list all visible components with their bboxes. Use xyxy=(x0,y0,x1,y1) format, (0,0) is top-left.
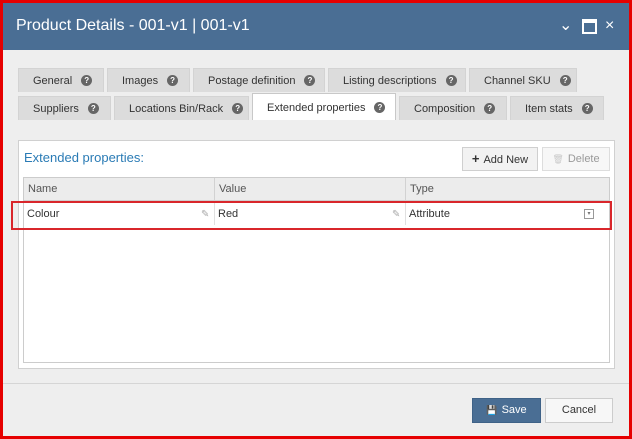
help-icon: ? xyxy=(374,101,386,113)
tab-label: General xyxy=(33,75,73,87)
row-highlight-box xyxy=(11,201,612,230)
tab-listing-descriptions[interactable]: Listing descriptions? xyxy=(328,68,466,92)
help-icon: ? xyxy=(559,74,571,86)
save-button[interactable]: 💾 Save xyxy=(472,398,541,423)
panel-title: Extended properties: xyxy=(24,150,144,165)
tab-locations-bin-rack[interactable]: Locations Bin/Rack? xyxy=(114,96,249,120)
tab-channel-sku[interactable]: Channel SKU? xyxy=(469,68,577,92)
help-icon: ? xyxy=(87,102,99,114)
trash-icon: 🗑 xyxy=(552,154,564,164)
help-icon: ? xyxy=(81,74,93,86)
tab-extended-properties[interactable]: Extended properties? xyxy=(252,93,396,120)
save-label: Save xyxy=(501,404,527,416)
tab-label: Postage definition xyxy=(208,75,296,87)
tab-label: Item stats xyxy=(525,103,573,115)
tab-suppliers[interactable]: Suppliers? xyxy=(18,96,111,120)
tab-item-stats[interactable]: Item stats? xyxy=(510,96,604,120)
dialog-title: Product Details - 001-v1 | 001-v1 xyxy=(16,17,250,34)
tab-images[interactable]: Images? xyxy=(107,68,190,92)
help-icon: ? xyxy=(304,74,316,86)
add-new-label: Add New xyxy=(483,154,529,166)
tab-postage-definition[interactable]: Postage definition? xyxy=(193,68,325,92)
save-icon: 💾 xyxy=(486,405,498,415)
tab-label: Locations Bin/Rack xyxy=(129,103,224,115)
cancel-label: Cancel xyxy=(561,404,597,416)
tab-label: Extended properties xyxy=(267,102,366,114)
maximize-icon[interactable] xyxy=(582,17,597,34)
column-header-name[interactable]: Name xyxy=(24,178,215,200)
title-bar: Product Details - 001-v1 | 001-v1 ⌄ × xyxy=(3,3,629,50)
footer-divider xyxy=(3,383,629,384)
plus-icon: + xyxy=(471,151,480,166)
add-new-button[interactable]: + Add New xyxy=(462,147,538,171)
help-icon: ? xyxy=(167,74,179,86)
column-header-value[interactable]: Value xyxy=(215,178,406,200)
column-header-label: Value xyxy=(219,183,247,195)
help-icon: ? xyxy=(232,102,244,114)
column-header-label: Type xyxy=(410,183,434,195)
help-icon: ? xyxy=(484,102,496,114)
help-icon: ? xyxy=(445,74,457,86)
tab-general[interactable]: General? xyxy=(18,68,104,92)
close-icon[interactable]: × xyxy=(605,17,614,35)
tab-label: Listing descriptions xyxy=(343,75,437,87)
column-header-label: Name xyxy=(28,183,58,195)
tab-composition[interactable]: Composition? xyxy=(399,96,507,120)
column-header-type[interactable]: Type xyxy=(406,178,609,200)
cancel-button[interactable]: Cancel xyxy=(545,398,613,423)
delete-label: Delete xyxy=(567,153,600,165)
delete-button[interactable]: 🗑 Delete xyxy=(542,147,610,171)
help-icon: ? xyxy=(581,102,593,114)
tab-label: Suppliers xyxy=(33,103,79,115)
tab-label: Composition xyxy=(414,103,476,115)
tab-label: Channel SKU xyxy=(484,75,551,87)
collapse-icon[interactable]: ⌄ xyxy=(559,17,572,35)
tab-label: Images xyxy=(122,75,159,87)
